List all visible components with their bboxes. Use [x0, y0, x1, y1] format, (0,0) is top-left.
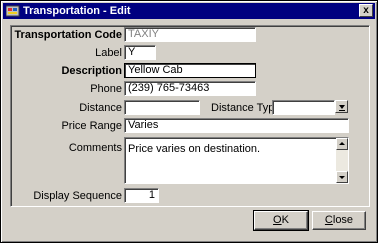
distance-type-label: Distance Type: [211, 102, 281, 114]
price-range-field[interactable]: Varies: [124, 118, 349, 133]
ok-mnemonic: O: [273, 214, 282, 226]
display-sequence-field[interactable]: 1: [124, 188, 159, 203]
scroll-up-icon[interactable]: [336, 138, 348, 150]
dropdown-arrow-icon[interactable]: [335, 100, 348, 113]
close-label-rest: lose: [332, 214, 354, 226]
comments-scrollbar[interactable]: [336, 138, 348, 183]
comments-text: Price varies on destination.: [128, 143, 261, 155]
phone-label: Phone: [90, 83, 122, 95]
close-button[interactable]: Close: [312, 211, 366, 230]
description-label: Description: [61, 65, 122, 77]
transportation-code-label: Transportation Code: [14, 29, 122, 41]
close-mnemonic: C: [324, 214, 333, 226]
distance-label: Distance: [79, 102, 122, 114]
label-field[interactable]: Y: [124, 45, 156, 60]
comments-textarea[interactable]: Price varies on destination.: [124, 137, 349, 184]
phone-field[interactable]: (239) 765-73463: [124, 81, 256, 96]
window-title: Transportation - Edit: [23, 5, 131, 17]
distance-type-select[interactable]: [272, 100, 335, 115]
distance-field[interactable]: [124, 100, 200, 115]
label-label: Label: [95, 47, 122, 59]
description-field[interactable]: Yellow Cab: [124, 63, 256, 78]
display-sequence-label: Display Sequence: [33, 190, 122, 202]
form-panel: Transportation Code TAXIY Label Y Descri…: [10, 25, 370, 207]
title-bar[interactable]: Transportation - Edit x: [3, 3, 375, 19]
scroll-down-icon[interactable]: [336, 171, 348, 183]
ok-button[interactable]: OK: [253, 210, 309, 231]
transportation-code-field: TAXIY: [124, 27, 256, 42]
ok-label-rest: K: [281, 214, 289, 226]
dialog-window: Transportation - Edit x Transportation C…: [0, 0, 378, 243]
close-x-icon[interactable]: x: [359, 4, 373, 17]
app-icon: [5, 5, 20, 17]
comments-label: Comments: [68, 142, 122, 154]
price-range-label: Price Range: [61, 120, 122, 132]
